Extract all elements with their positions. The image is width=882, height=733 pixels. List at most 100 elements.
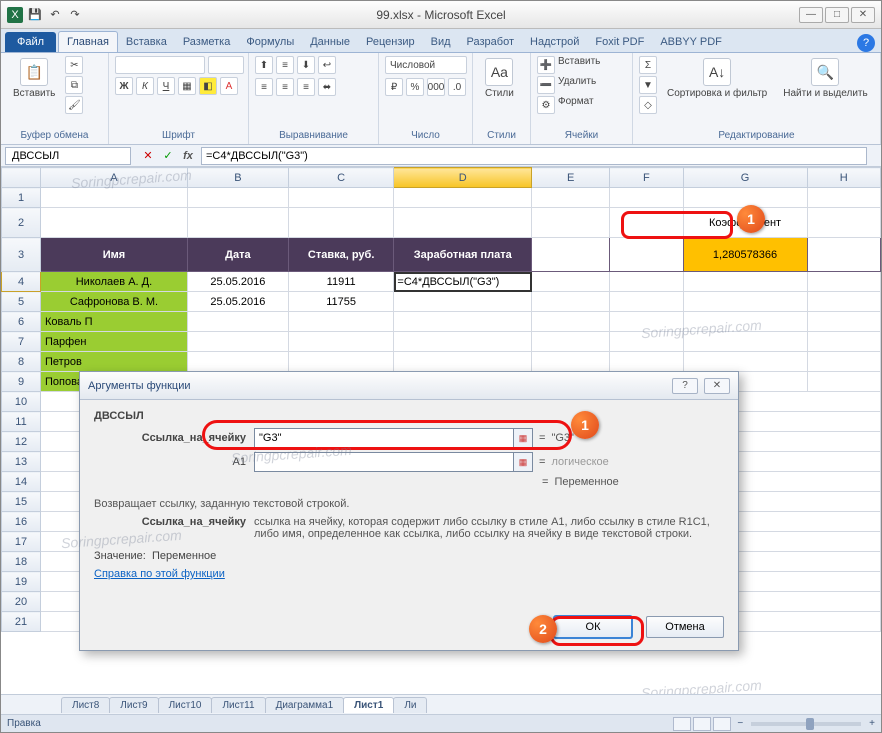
align-left-icon[interactable]: ≡	[255, 78, 273, 96]
col-header-d[interactable]: D	[394, 168, 532, 188]
arg2-input[interactable]	[254, 452, 514, 472]
tab-developer[interactable]: Разработ	[459, 32, 522, 52]
confirm-formula-icon[interactable]: ✓	[159, 147, 177, 165]
align-top-icon[interactable]: ⬆	[255, 56, 273, 74]
cancel-button[interactable]: Отмена	[646, 616, 724, 638]
undo-icon[interactable]: ↶	[47, 7, 63, 23]
sheet-tab[interactable]: Лист8	[61, 697, 110, 713]
clear-icon[interactable]: ◇	[639, 96, 657, 114]
arg2-refpicker-icon[interactable]: ▦	[513, 452, 533, 472]
file-tab[interactable]: Файл	[5, 32, 56, 52]
table-row[interactable]: Парфен	[41, 332, 188, 352]
sheet-tab[interactable]: Лист9	[109, 697, 158, 713]
delete-cells-icon[interactable]: ➖	[537, 76, 555, 94]
format-cells-icon[interactable]: ⚙	[537, 96, 555, 114]
italic-icon[interactable]: К	[136, 77, 154, 95]
underline-icon[interactable]: Ч	[157, 77, 175, 95]
sheet-tab[interactable]: Лист11	[211, 697, 265, 713]
col-header-a[interactable]: A	[41, 168, 188, 188]
row-header-5[interactable]: 5	[2, 292, 41, 312]
sheet-tab-active[interactable]: Лист1	[343, 697, 394, 713]
border-icon[interactable]: ▦	[178, 77, 196, 95]
fx-icon[interactable]: fx	[179, 147, 197, 165]
table-row[interactable]: Коваль П	[41, 312, 188, 332]
zoom-out-icon[interactable]: −	[737, 718, 743, 729]
row-header-3[interactable]: 3	[2, 238, 41, 272]
col-header-g[interactable]: G	[683, 168, 807, 188]
row-header-2[interactable]: 2	[2, 208, 41, 238]
font-color-icon[interactable]: A	[220, 77, 238, 95]
align-middle-icon[interactable]: ≡	[276, 56, 294, 74]
row-header-1[interactable]: 1	[2, 188, 41, 208]
tab-foxit[interactable]: Foxit PDF	[587, 32, 652, 52]
close-button[interactable]: ✕	[851, 7, 875, 23]
select-all-corner[interactable]	[2, 168, 41, 188]
bold-icon[interactable]: Ж	[115, 77, 133, 95]
zoom-in-icon[interactable]: +	[869, 718, 875, 729]
row-header-4[interactable]: 4	[2, 272, 41, 292]
tab-layout[interactable]: Разметка	[175, 32, 239, 52]
col-header-h[interactable]: H	[807, 168, 881, 188]
page-layout-view-icon[interactable]	[693, 717, 711, 731]
table-row[interactable]: Петров	[41, 352, 188, 372]
styles-button[interactable]: AaСтили	[479, 56, 520, 101]
sheet-tab[interactable]: Лист10	[158, 697, 213, 713]
formula-input[interactable]: =C4*ДВССЫЛ("G3")	[201, 147, 867, 165]
row-header-7[interactable]: 7	[2, 332, 41, 352]
tab-review[interactable]: Рецензир	[358, 32, 423, 52]
dialog-close-button[interactable]: ✕	[704, 378, 730, 394]
insert-cells-icon[interactable]: ➕	[537, 56, 555, 74]
align-center-icon[interactable]: ≡	[276, 78, 294, 96]
font-family[interactable]	[115, 56, 205, 74]
redo-icon[interactable]: ↷	[67, 7, 83, 23]
paste-button[interactable]: 📋Вставить	[7, 56, 61, 101]
inc-dec-icon[interactable]: .0	[448, 78, 466, 96]
col-header-c[interactable]: C	[288, 168, 394, 188]
page-break-view-icon[interactable]	[713, 717, 731, 731]
copy-icon[interactable]: ⧉	[65, 76, 83, 94]
tab-addins[interactable]: Надстрой	[522, 32, 587, 52]
format-painter-icon[interactable]: 🖌	[65, 96, 83, 114]
help-link[interactable]: Справка по этой функции	[94, 568, 225, 580]
tab-data[interactable]: Данные	[302, 32, 358, 52]
cut-icon[interactable]: ✂	[65, 56, 83, 74]
name-box[interactable]: ДВССЫЛ	[5, 147, 131, 165]
maximize-button[interactable]: □	[825, 7, 849, 23]
arg1-input[interactable]	[254, 428, 514, 448]
sheet-tab[interactable]: Диаграмма1	[265, 697, 345, 713]
table-row[interactable]: Николаев А. Д.	[41, 272, 188, 292]
cancel-formula-icon[interactable]: ✕	[139, 147, 157, 165]
arg1-refpicker-icon[interactable]: ▦	[513, 428, 533, 448]
col-header-b[interactable]: B	[187, 168, 288, 188]
tab-insert[interactable]: Вставка	[118, 32, 175, 52]
font-size[interactable]	[208, 56, 244, 74]
comma-icon[interactable]: 000	[427, 78, 445, 96]
active-cell[interactable]: =C4*ДВССЫЛ("G3")	[394, 272, 532, 292]
autosum-icon[interactable]: Σ	[639, 56, 657, 74]
sort-filter-button[interactable]: A↓Сортировка и фильтр	[661, 56, 773, 101]
minimize-button[interactable]: —	[799, 7, 823, 23]
merge-icon[interactable]: ⬌	[318, 78, 336, 96]
dialog-help-button[interactable]: ?	[672, 378, 698, 394]
percent-icon[interactable]: %	[406, 78, 424, 96]
row-header-6[interactable]: 6	[2, 312, 41, 332]
tab-view[interactable]: Вид	[423, 32, 459, 52]
zoom-slider[interactable]	[751, 722, 861, 726]
normal-view-icon[interactable]	[673, 717, 691, 731]
coef-value-cell[interactable]: 1,280578366	[683, 238, 807, 272]
save-icon[interactable]: 💾	[27, 7, 43, 23]
tab-abbyy[interactable]: ABBYY PDF	[652, 32, 730, 52]
sheet-tab[interactable]: Ли	[393, 697, 427, 713]
col-header-f[interactable]: F	[610, 168, 683, 188]
number-format-combo[interactable]: Числовой	[385, 56, 467, 74]
tab-formulas[interactable]: Формулы	[238, 32, 302, 52]
align-right-icon[interactable]: ≡	[297, 78, 315, 96]
row-header-8[interactable]: 8	[2, 352, 41, 372]
row-header-9[interactable]: 9	[2, 372, 41, 392]
col-header-e[interactable]: E	[532, 168, 610, 188]
help-icon[interactable]: ?	[857, 34, 875, 52]
table-row[interactable]: Сафронова В. М.	[41, 292, 188, 312]
align-bottom-icon[interactable]: ⬇	[297, 56, 315, 74]
tab-home[interactable]: Главная	[58, 31, 118, 52]
ok-button[interactable]: ОК	[554, 616, 632, 638]
